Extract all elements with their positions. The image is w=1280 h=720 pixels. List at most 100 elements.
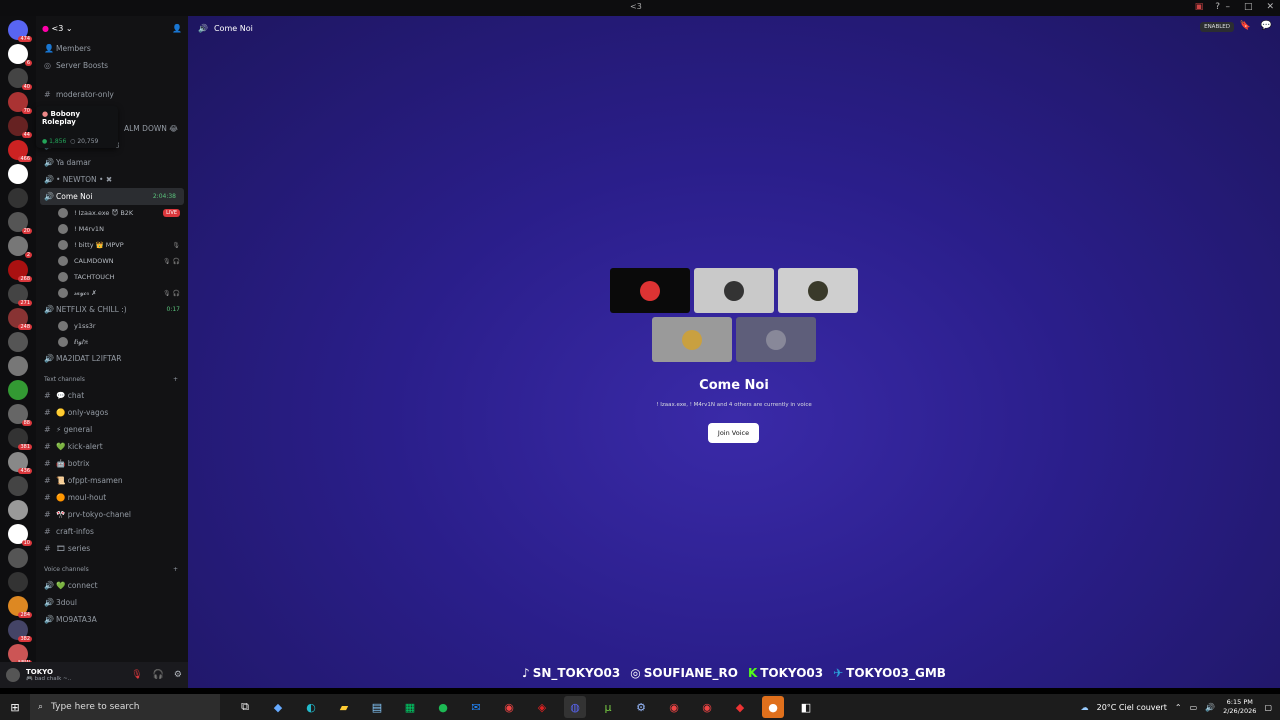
server-icon[interactable]: 70 [8, 92, 32, 114]
server-icon[interactable]: 40 [8, 68, 32, 90]
headphones-icon[interactable]: 🎧 [153, 670, 164, 680]
participant-tile[interactable] [778, 268, 858, 313]
channel-item[interactable]: # ⚡ general [36, 421, 188, 438]
participant-tile[interactable] [694, 268, 774, 313]
participant-tile[interactable] [736, 317, 816, 362]
participant-tile[interactable] [610, 268, 690, 313]
server-icon[interactable]: 284 [8, 596, 32, 618]
network-icon[interactable]: ▭ [1190, 703, 1198, 712]
server-icon[interactable]: 10 [8, 524, 32, 546]
server-icon[interactable]: 20 [8, 212, 32, 234]
server-icon[interactable]: 6 [8, 44, 32, 66]
volume-icon[interactable]: 🔊 [1205, 703, 1215, 712]
server-icon[interactable] [8, 332, 28, 352]
server-icon[interactable] [8, 164, 28, 184]
channel-server-boosts[interactable]: ◎ Server Boosts [36, 57, 188, 74]
channel-netflix[interactable]: 🔊 NETFLIX & CHILL :) 0:17 [36, 301, 188, 318]
taskbar-search[interactable]: ⌕ Type here to search [30, 694, 220, 720]
channel-item[interactable]: # 🎞 series [36, 540, 188, 557]
add-friend-icon[interactable]: 👤 [172, 24, 182, 33]
chat-icon[interactable]: 💬 [1261, 21, 1272, 31]
chrome-icon[interactable]: ◉ [498, 696, 520, 718]
server-icon[interactable]: 474 [8, 20, 32, 42]
chevron-up-icon[interactable]: ⌃ [1175, 703, 1182, 712]
server-icon[interactable]: 88 [8, 404, 32, 426]
outlook-icon[interactable]: ✉ [465, 696, 487, 718]
discord-icon[interactable]: ◍ [564, 696, 586, 718]
server-icon[interactable]: 2 [8, 236, 32, 258]
participant-tile[interactable] [652, 317, 732, 362]
category-text-channels[interactable]: Text channels + [36, 371, 188, 387]
enabled-badge[interactable]: ENABLED [1200, 22, 1234, 32]
server-icon[interactable]: 382 [8, 620, 32, 642]
channel-item[interactable]: 🔊 💚 connect [36, 577, 188, 594]
pin-icon[interactable]: 🔖 [1240, 21, 1251, 31]
riot-icon[interactable]: ◆ [729, 696, 751, 718]
server-icon[interactable]: 436 [8, 452, 32, 474]
server-icon[interactable] [8, 356, 28, 376]
utorrent-icon[interactable]: μ [597, 696, 619, 718]
channel-item[interactable]: # 📜 ofppt-msamen [36, 472, 188, 489]
voice-user[interactable]: TACHTOUCH [36, 269, 188, 285]
server-header[interactable]: ● <3 ⌄ 👤 [36, 16, 188, 40]
game-app-icon[interactable]: ◈ [531, 696, 553, 718]
voice-user[interactable]: CALMDOWN 🎙 🎧 [36, 253, 188, 269]
server-icon[interactable]: 44 [8, 116, 32, 138]
channel-item[interactable]: # 🟠 moul-hout [36, 489, 188, 506]
server-icon[interactable]: 381 [8, 428, 32, 450]
inbox-icon[interactable]: ▣ [1195, 2, 1204, 12]
chrome-icon[interactable]: ◉ [696, 696, 718, 718]
copilot-icon[interactable]: ◆ [267, 696, 289, 718]
server-icon[interactable]: 271 [8, 284, 32, 306]
server-icon[interactable] [8, 476, 28, 496]
server-icon[interactable] [8, 380, 28, 400]
voice-user[interactable]: y1ss3r [36, 318, 188, 334]
server-icon[interactable] [8, 500, 28, 520]
channel-members[interactable]: 👤 Members [36, 40, 188, 57]
channel-come-noi[interactable]: 🔊 Come Noi 2:04:38 [40, 188, 184, 205]
server-icon[interactable] [8, 188, 28, 208]
server-icon[interactable] [8, 572, 28, 592]
help-icon[interactable]: ? [1215, 2, 1220, 12]
notification-icon[interactable]: ▢ [1264, 703, 1272, 712]
channel-item[interactable]: # 💬 chat [36, 387, 188, 404]
channel-item[interactable]: # craft-infos [36, 523, 188, 540]
channel-item[interactable]: # 🎌 prv-tokyo-chanel [36, 506, 188, 523]
add-channel-icon[interactable]: + [173, 566, 178, 573]
edge-icon[interactable]: ◐ [300, 696, 322, 718]
channel-item[interactable]: 🔊 MO9ATA3A [36, 611, 188, 628]
chrome-icon[interactable]: ◉ [663, 696, 685, 718]
channel-newton[interactable]: 🔊 • NEWTON • ✖ [36, 171, 188, 188]
join-voice-button[interactable]: Join Voice [708, 423, 759, 443]
channel-ya-damar[interactable]: 🔊 Ya damar [36, 154, 188, 171]
voice-user[interactable]: 𝓈𝒶𝓎𝒸ℴ ✗ 🎙 🎧 [36, 285, 188, 301]
server-icon[interactable]: 466 [8, 140, 32, 162]
windows-start-icon[interactable]: ⊞ [0, 701, 30, 714]
maximize-icon[interactable]: □ [1244, 2, 1253, 12]
file-explorer-icon[interactable]: ▰ [333, 696, 355, 718]
avatar[interactable] [6, 668, 20, 682]
steam-icon[interactable]: ⚙ [630, 696, 652, 718]
mic-icon[interactable]: 🎙 [131, 670, 142, 680]
voice-user[interactable]: ! Izaax.exe 😈 B2K LIVE [36, 205, 188, 221]
channel-item[interactable]: # 🟡 only-vagos [36, 404, 188, 421]
category-voice-channels[interactable]: Voice channels + [36, 561, 188, 577]
channel-moderator-only[interactable]: # moderator-only [36, 86, 188, 103]
store-icon[interactable]: ▦ [399, 696, 421, 718]
spotify-icon[interactable]: ● [432, 696, 454, 718]
clock[interactable]: 6:15 PM 2/26/2026 [1223, 698, 1256, 716]
server-icon[interactable]: 268 [8, 260, 32, 282]
obs-icon[interactable]: ● [762, 696, 784, 718]
voice-user[interactable]: ! bitty 👑 MPVP 🎙 [36, 237, 188, 253]
server-icon[interactable] [8, 548, 28, 568]
minimize-icon[interactable]: – [1225, 2, 1230, 12]
gear-icon[interactable]: ⚙ [174, 670, 182, 680]
server-icon[interactable]: NEW [8, 644, 32, 662]
voice-user[interactable]: ! M4rv1N [36, 221, 188, 237]
channel-item[interactable]: # 💚 kick-alert [36, 438, 188, 455]
server-icon[interactable]: 248 [8, 308, 32, 330]
voice-user[interactable]: ℓ𝔦ℊℎ𝔱 [36, 334, 188, 350]
channel-ma2idat[interactable]: 🔊 MA2IDAT L2IFTAR [36, 350, 188, 367]
close-icon[interactable]: ✕ [1266, 2, 1274, 12]
add-channel-icon[interactable]: + [173, 376, 178, 383]
